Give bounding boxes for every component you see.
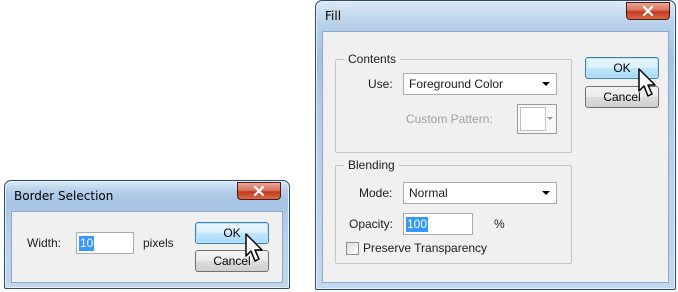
preserve-transparency-checkbox[interactable]	[346, 242, 359, 255]
contents-group: Contents Use: Foreground Color Custom Pa…	[335, 52, 572, 153]
opacity-input[interactable]: 100	[403, 213, 473, 235]
units-label: pixels	[143, 236, 174, 250]
dialog-title: Fill	[325, 9, 342, 23]
fill-dialog: Fill Contents Use: Foreground Color Cust…	[315, 0, 676, 290]
mode-dropdown[interactable]: Normal	[403, 182, 557, 204]
close-button[interactable]	[626, 2, 670, 20]
close-icon	[642, 6, 654, 16]
preserve-transparency-label: Preserve Transparency	[363, 241, 488, 255]
cancel-button[interactable]: Cancel	[585, 86, 659, 108]
dialog-client-area: Contents Use: Foreground Color Custom Pa…	[322, 31, 669, 283]
contents-group-label: Contents	[344, 52, 401, 66]
custom-pattern-picker	[517, 104, 557, 134]
use-dropdown[interactable]: Foreground Color	[403, 73, 557, 95]
mode-label: Mode:	[359, 186, 393, 200]
opacity-unit: %	[494, 217, 505, 231]
width-label: Width:	[27, 236, 62, 250]
pattern-swatch	[520, 107, 546, 131]
ok-button[interactable]: OK	[195, 222, 269, 244]
use-label: Use:	[368, 77, 393, 91]
opacity-label: Opacity:	[349, 217, 394, 231]
use-value: Foreground Color	[409, 77, 504, 91]
ok-button[interactable]: OK	[585, 57, 659, 79]
close-button[interactable]	[237, 182, 281, 200]
chevron-down-icon	[547, 117, 553, 120]
border-selection-dialog: Border Selection Width: 10 pixels OK Can…	[4, 180, 290, 289]
width-value: 10	[79, 235, 95, 251]
close-icon	[253, 186, 265, 196]
width-input[interactable]: 10	[76, 232, 134, 254]
mode-value: Normal	[409, 186, 448, 200]
blending-group: Blending Mode: Normal Opacity: 100 % Pre…	[335, 158, 572, 264]
chevron-down-icon	[542, 191, 550, 195]
opacity-value: 100	[406, 216, 429, 232]
pattern-separator	[545, 107, 546, 131]
chevron-down-icon	[542, 82, 550, 86]
dialog-client-area: Width: 10 pixels OK Cancel	[11, 211, 283, 283]
blending-group-label: Blending	[344, 158, 399, 172]
dialog-title: Border Selection	[14, 189, 114, 203]
cancel-button[interactable]: Cancel	[195, 250, 269, 272]
custom-pattern-label: Custom Pattern:	[406, 112, 493, 126]
